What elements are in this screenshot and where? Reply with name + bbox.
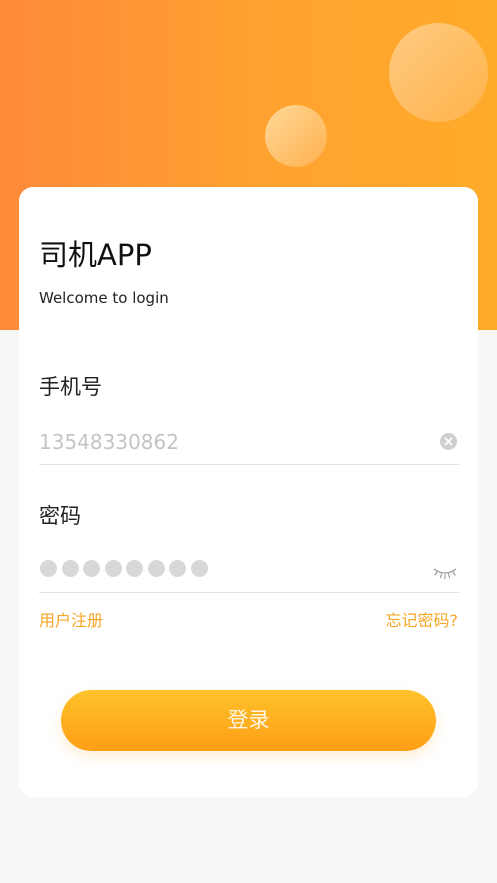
password-mask-dot xyxy=(83,560,100,577)
password-mask-dot xyxy=(104,560,122,577)
app-title: 司机APP xyxy=(39,238,152,272)
decorative-circle xyxy=(265,105,327,167)
password-label: 密码 xyxy=(39,504,81,528)
welcome-subtitle: Welcome to login xyxy=(39,289,169,307)
password-divider xyxy=(39,592,459,593)
password-input[interactable] xyxy=(40,560,208,578)
register-link[interactable]: 用户注册 xyxy=(39,611,103,631)
password-mask-dot xyxy=(147,560,165,577)
clear-icon[interactable] xyxy=(440,433,457,450)
decorative-circle xyxy=(389,23,488,122)
forgot-password-link[interactable]: 忘记密码? xyxy=(386,611,459,631)
password-mask-dot xyxy=(126,560,143,577)
login-card: 司机APP Welcome to login 手机号 密码 用户注册 忘记密码?… xyxy=(19,187,478,797)
password-mask-dot xyxy=(169,560,186,577)
phone-label: 手机号 xyxy=(39,375,102,399)
login-button[interactable]: 登录 xyxy=(61,690,436,751)
password-mask-dot xyxy=(61,560,79,577)
phone-input[interactable] xyxy=(39,425,429,459)
password-mask-dot xyxy=(40,560,57,577)
eye-closed-icon[interactable] xyxy=(432,565,458,580)
password-mask-dot xyxy=(190,560,208,577)
phone-divider xyxy=(39,464,459,465)
